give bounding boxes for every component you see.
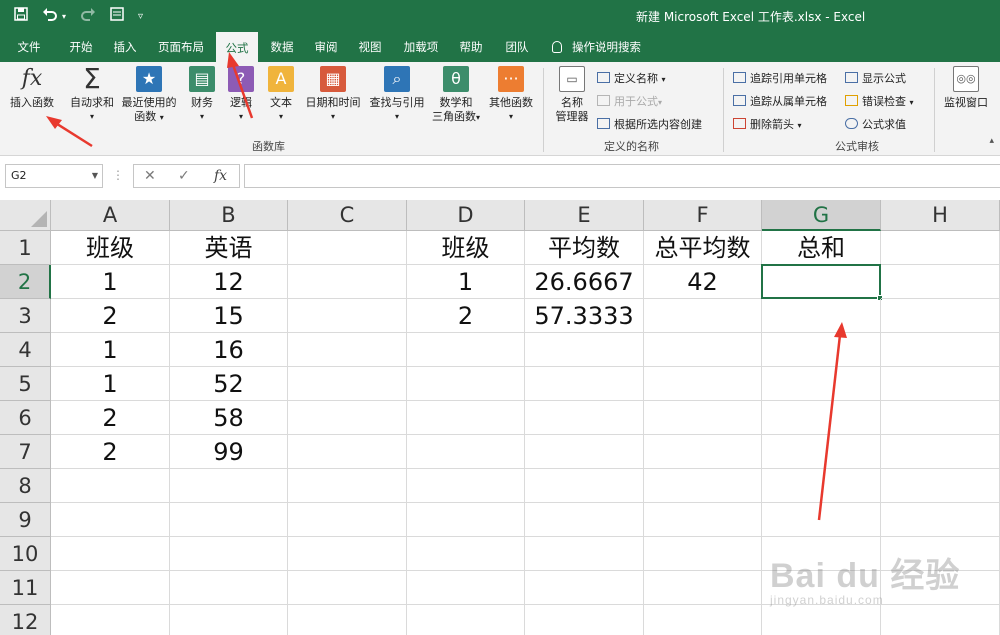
arrow-to-g2 (817, 334, 842, 521)
arrow-to-insert-function (53, 120, 93, 148)
annotation-arrows (46, 52, 847, 521)
arrow-to-formulas-tab (230, 61, 254, 119)
watermark-logo: Bai du 经验 (770, 557, 961, 595)
baidu-watermark: Bai du 经验 jingyan.baidu.com (770, 548, 960, 607)
